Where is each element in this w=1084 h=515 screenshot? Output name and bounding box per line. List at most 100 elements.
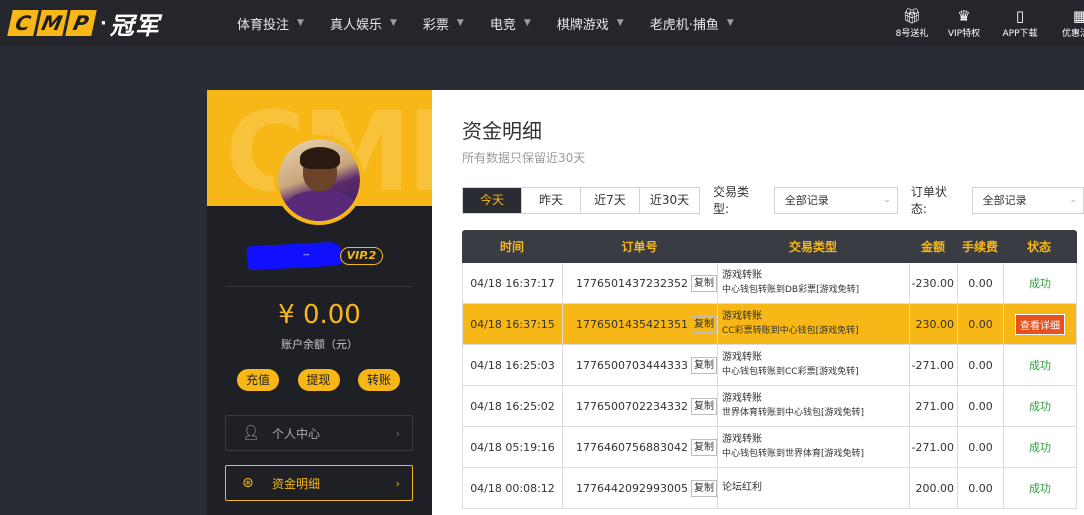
cell-type: 游戏转账 中心钱包转账到DB彩票[游戏免转] [718, 263, 910, 303]
type-detail: 世界体育转账到中心钱包[游戏免转] [722, 408, 865, 418]
avatar[interactable] [274, 135, 364, 225]
withdraw-button[interactable]: 提现 [297, 369, 340, 391]
type-detail: 中心钱包转账到DB彩票[游戏免转] [722, 285, 860, 295]
shortcut-label: 优惠活动 [1061, 29, 1084, 39]
nav-label: 老虎机·捕鱼 [649, 17, 719, 33]
table-row: 04/18 16:25:02 1776500702234332 复制 游戏转账 … [462, 386, 1077, 427]
cell-type: 游戏转账 中心钱包转账到CC彩票[游戏免转] [718, 345, 910, 385]
cell-fee: 0.00 [958, 263, 1004, 303]
status-filter-label: 订单状态: [910, 185, 947, 216]
order-number: 1776501437232352 [576, 276, 688, 290]
cell-amount: -230.00 [910, 263, 958, 303]
copy-button[interactable]: 复制 [690, 356, 717, 374]
copy-button[interactable]: 复制 [690, 274, 717, 292]
chevron-right-icon: › [395, 426, 400, 440]
nav-label: 棋牌游戏 [556, 17, 609, 33]
cell-order: 1776500703444333 复制 [563, 345, 718, 385]
nav-esports[interactable]: 电竞 ▼ [490, 14, 531, 33]
shortcut-app[interactable]: ▯ APP下载 [998, 6, 1042, 39]
top-nav-bar: C M P · 冠军 体育投注 ▼ 真人娱乐 ▼ 彩票 ▼ 电竞 ▼ 棋牌游戏 ▼ 老虎机… [0, 0, 1084, 46]
cell-status: 查看详细 [1004, 304, 1076, 344]
status-select[interactable]: 全部记录 ⌄ [971, 186, 1084, 214]
table-row: 04/18 00:08:12 1776442092993005 复制 论坛红利 … [462, 468, 1077, 509]
col-type: 交易类型 [788, 240, 837, 254]
type-detail: 中心钱包转账到CC彩票[游戏免转] [722, 367, 859, 377]
crown-icon: ♛ [957, 7, 971, 25]
sidebar-item-label: 资金明细 [272, 476, 321, 491]
chevron-down-icon: ▼ [726, 18, 734, 28]
page-title: 资金明细 [462, 119, 542, 143]
logo-letter: P [65, 10, 97, 36]
wallet-actions: 充值 提现 转账 [237, 369, 400, 391]
order-number: 1776460756883042 [576, 440, 688, 454]
tab-7-days[interactable]: 近7天 [581, 187, 640, 213]
copy-button[interactable]: 复制 [690, 315, 717, 333]
cell-type: 游戏转账 CC彩票转账到中心钱包[游戏免转] [718, 304, 910, 344]
cell-time: 04/18 16:25:02 [463, 386, 563, 426]
type-select[interactable]: 全部记录 ⌄ [773, 186, 898, 214]
type-title: 论坛红利 [722, 482, 762, 493]
cell-fee: 0.00 [958, 386, 1004, 426]
nav-live-casino[interactable]: 真人娱乐 ▼ [330, 14, 397, 33]
status-success: 成功 [1029, 277, 1051, 290]
order-number: 1776442092993005 [576, 481, 688, 495]
account-sidebar: CMP -- VIP.2 ¥ 0.00 账户余额（元） 充值 提现 转账 👤︎ … [207, 90, 432, 515]
cell-time: 04/18 16:37:15 [463, 304, 563, 344]
cell-fee: 0.00 [958, 427, 1004, 467]
copy-button[interactable]: 复制 [690, 438, 717, 456]
order-number: 1776500703444333 [576, 358, 688, 372]
sidebar-item-personal-center[interactable]: 👤︎ 个人中心 › [225, 415, 413, 451]
transactions-table: 时间 订单号 交易类型 金额 手续费 状态 04/18 16:37:17 177… [462, 230, 1077, 509]
brand-logo[interactable]: C M P · 冠军 [7, 8, 160, 40]
chevron-right-icon: › [395, 476, 400, 490]
table-row: 04/18 16:37:15 1776501435421351 复制 游戏转账 … [462, 304, 1077, 345]
cell-amount: -271.00 [910, 345, 958, 385]
shortcut-vip[interactable]: ♛ VIP特权 [942, 6, 986, 39]
shortcut-label: APP下载 [1002, 29, 1038, 39]
type-title: 游戏转账 [722, 270, 762, 281]
type-title: 游戏转账 [722, 434, 762, 445]
table-row: 04/18 05:19:16 1776460756883042 复制 游戏转账 … [462, 427, 1077, 468]
status-success: 成功 [1029, 441, 1051, 454]
copy-button[interactable]: 复制 [690, 479, 717, 497]
table-row: 04/18 16:25:03 1776500703444333 复制 游戏转账 … [462, 345, 1077, 386]
nav-sports[interactable]: 体育投注 ▼ [237, 14, 304, 33]
table-row: 04/18 16:37:17 1776501437232352 复制 游戏转账 … [462, 263, 1077, 304]
chevron-down-icon: ▼ [456, 18, 464, 28]
nav-card-games[interactable]: 棋牌游戏 ▼ [557, 14, 624, 33]
cell-type: 论坛红利 [718, 468, 910, 508]
shortcut-promotions[interactable]: ▦ 优惠活动 [1052, 6, 1084, 39]
tab-30-days[interactable]: 近30天 [640, 188, 699, 213]
chevron-down-icon: ▼ [616, 18, 624, 28]
cell-time: 04/18 16:37:17 [463, 263, 563, 303]
username-redaction [246, 241, 343, 271]
transfer-button[interactable]: 转账 [358, 369, 400, 391]
copy-button[interactable]: 复制 [690, 397, 717, 415]
sidebar-item-fund-details[interactable]: ⊛ 资金明细 › [225, 465, 413, 501]
cell-type: 游戏转账 世界体育转账到中心钱包[游戏免转] [718, 386, 910, 426]
header-shortcuts: 🎁︎ 8号送礼 ♛ VIP特权 ▯ APP下载 ▦ 优惠活动 [884, 6, 1084, 39]
col-status: 状态 [1026, 240, 1051, 254]
vip-badge[interactable]: VIP.2 [340, 247, 383, 265]
phone-icon: ▯ [1015, 7, 1025, 25]
divider [225, 286, 413, 287]
logo-dot: · [100, 12, 107, 34]
cell-amount: 271.00 [910, 386, 958, 426]
cell-status: 成功 [1004, 386, 1076, 426]
chevron-down-icon: ▼ [523, 18, 531, 28]
cell-amount: 200.00 [910, 468, 958, 508]
deposit-button[interactable]: 充值 [237, 369, 279, 391]
tab-yesterday[interactable]: 昨天 [522, 187, 581, 213]
order-number: 1776500702234332 [576, 399, 688, 413]
nav-lottery[interactable]: 彩票 ▼ [423, 14, 464, 33]
cell-time: 04/18 05:19:16 [463, 427, 563, 467]
view-details-button[interactable]: 查看详细 [1015, 313, 1065, 335]
chevron-down-icon: ⌄ [1069, 194, 1077, 205]
tab-today[interactable]: 今天 [463, 187, 522, 213]
logo-letter: M [36, 10, 68, 36]
shortcut-gift[interactable]: 🎁︎ 8号送礼 [884, 6, 940, 39]
nav-slots-fishing[interactable]: 老虎机·捕鱼 ▼ [650, 14, 734, 33]
cell-order: 1776442092993005 复制 [563, 468, 718, 508]
cell-status: 成功 [1004, 263, 1076, 303]
type-filter-label: 交易类型: [713, 185, 750, 216]
